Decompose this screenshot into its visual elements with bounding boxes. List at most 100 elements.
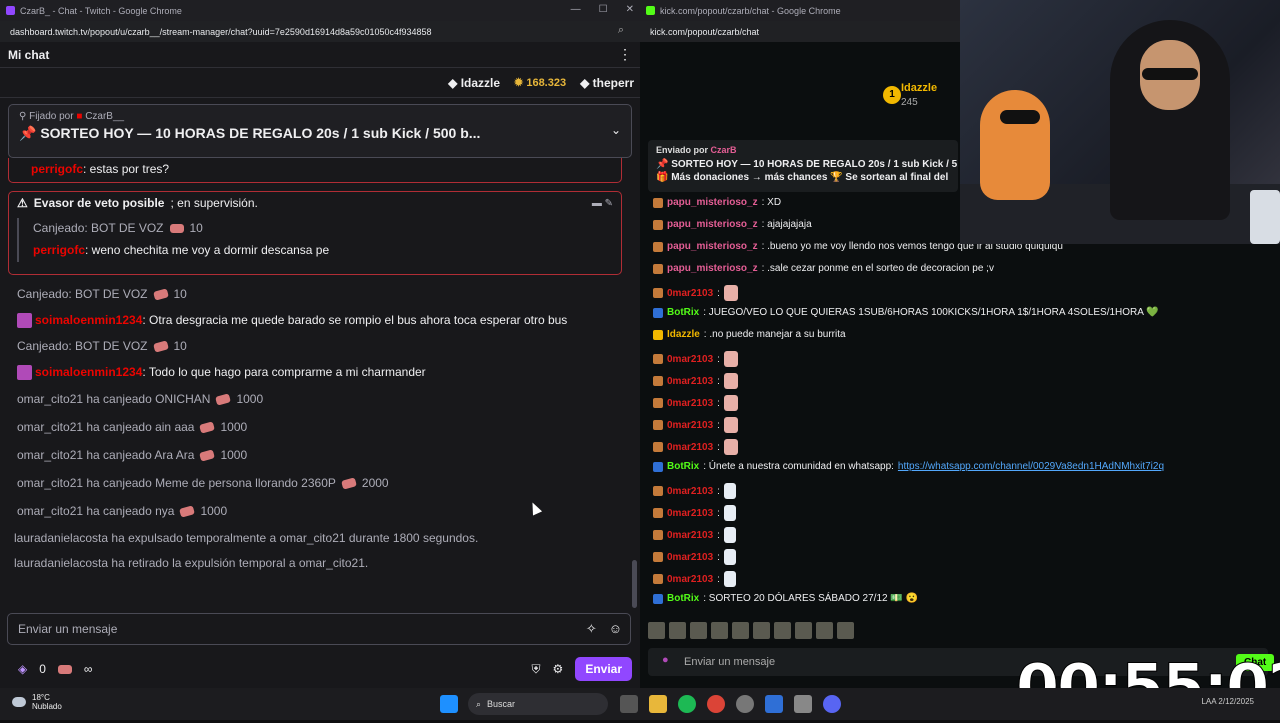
windows-start-icon[interactable] [440, 695, 458, 713]
emote-icon[interactable] [711, 622, 728, 639]
emote-icon[interactable] [732, 622, 749, 639]
kick-chat-message: 0mar2103: [653, 571, 736, 587]
emote-icon [723, 395, 738, 411]
emote-icon[interactable] [753, 622, 770, 639]
kick-input-placeholder: Enviar un mensaje [684, 656, 776, 668]
user-badge-icon [653, 288, 663, 298]
calculator-icon[interactable] [794, 695, 812, 713]
channel-points-icon[interactable]: ◈ [18, 662, 27, 676]
kick-username[interactable]: 0mar2103 [667, 530, 713, 541]
chat-username[interactable]: perrigofc [31, 162, 83, 176]
chat-username[interactable]: soimaloenmin1234 [35, 365, 142, 379]
taskbar-search[interactable]: ⌕ Buscar [468, 693, 608, 715]
folder-icon[interactable] [649, 695, 667, 713]
close-icon[interactable]: ✕ [626, 4, 634, 15]
top-gifter-name: Idazzle [901, 82, 938, 94]
redeem-text: omar_cito21 ha canjeado ain aaa [17, 420, 195, 434]
emote-icon[interactable] [669, 622, 686, 639]
user-badge-icon [653, 552, 663, 562]
system-tray[interactable]: LAA 2/12/2025 [1201, 697, 1254, 706]
twitch-titlebar[interactable]: CzarB_ - Chat - Twitch - Google Chrome —… [0, 0, 640, 21]
chat-text: : estas por tres? [83, 162, 170, 176]
kick-message-text: : [717, 287, 720, 299]
kick-username[interactable]: 0mar2103 [667, 508, 713, 519]
spotify-icon[interactable] [678, 695, 696, 713]
kick-username[interactable]: 0mar2103 [667, 552, 713, 563]
kick-chat-message: BotRix: JUEGO/VEO LO QUE QUIERAS 1SUB/6H… [653, 307, 1159, 318]
kick-link[interactable]: https://whatsapp.com/channel/0029Va8edn1… [898, 461, 1164, 472]
emote-icon[interactable] [690, 622, 707, 639]
kick-chat-message: 0mar2103: [653, 373, 738, 389]
kick-pinned-message[interactable]: Enviado por CzarB 📌 SORTEO HOY — 10 HORA… [648, 140, 958, 192]
kick-chat-message: 0mar2103: [653, 483, 736, 499]
emote-icon[interactable] [648, 622, 665, 639]
user-avatar-icon [17, 312, 32, 328]
user-badge-icon [653, 420, 663, 430]
leaderboard-user-1[interactable]: ◆ Idazzle [448, 76, 500, 90]
obs-icon[interactable] [736, 695, 754, 713]
kick-username[interactable]: papu_misterioso_z [667, 197, 758, 208]
kick-username[interactable]: 0mar2103 [667, 574, 713, 585]
send-button[interactable]: Enviar [575, 657, 632, 681]
kick-username[interactable]: BotRix [667, 307, 699, 318]
kick-chat-message: papu_misterioso_z: ajajajajaja [653, 219, 812, 230]
emote-icon [723, 483, 736, 499]
emote-icon [723, 417, 738, 433]
emote-icon[interactable] [774, 622, 791, 639]
emoji-icon[interactable]: ☺ [609, 621, 622, 637]
kick-username[interactable]: 0mar2103 [667, 288, 713, 299]
kick-username[interactable]: 0mar2103 [667, 398, 713, 409]
emote-icon[interactable] [837, 622, 854, 639]
chrome-icon[interactable] [707, 695, 725, 713]
kick-username[interactable]: BotRix [667, 593, 699, 604]
ban-evader-box: ⚠ Evasor de veto posible; en supervisión… [8, 191, 622, 275]
emote-icon [723, 285, 738, 301]
chat-text: : Otra desgracia me quede barado se romp… [142, 313, 568, 327]
kick-message-text: : [717, 419, 720, 431]
kick-username[interactable]: 0mar2103 [667, 376, 713, 387]
bits-icon[interactable] [57, 664, 72, 674]
kick-username[interactable]: papu_misterioso_z [667, 263, 758, 274]
shield-icon[interactable]: ⛨ [532, 662, 541, 677]
cloud-icon [12, 697, 26, 707]
task-view-icon[interactable] [620, 695, 638, 713]
kick-username[interactable]: papu_misterioso_z [667, 241, 758, 252]
leaderboard-user-2[interactable]: ◆ theperr [580, 76, 634, 90]
twitch-address-bar[interactable]: dashboard.twitch.tv/popout/u/czarb__/str… [0, 21, 640, 42]
user-badge-icon [653, 241, 663, 252]
leaderboard: ◆ Idazzle ✹ 168.323 ◆ theperr [0, 68, 640, 98]
kick-username[interactable]: 0mar2103 [667, 442, 713, 453]
maximize-icon[interactable]: ☐ [599, 4, 608, 15]
microphone-icon[interactable]: ● [662, 654, 669, 666]
gear-icon[interactable]: ⚙ [553, 662, 564, 676]
kick-username[interactable]: 0mar2103 [667, 420, 713, 431]
emote-icon[interactable] [816, 622, 833, 639]
chat-username[interactable]: soimaloenmin1234 [35, 313, 142, 327]
chat-scrollbar[interactable] [632, 560, 637, 608]
emote-bar [648, 622, 854, 639]
webcam-overlay [960, 0, 1280, 244]
pinned-message[interactable]: ⚲ Fijado por ■ CzarB__ 📌 SORTEO HOY — 10… [8, 104, 632, 158]
weather-widget[interactable]: 18°C Nublado [12, 693, 62, 711]
edit-icon[interactable]: ▬ ✎ [592, 198, 613, 209]
chat-input[interactable]: Enviar un mensaje ✧ ☺ [7, 613, 631, 645]
kick-username[interactable]: papu_misterioso_z [667, 219, 758, 230]
notepad-icon[interactable] [765, 695, 783, 713]
emote-icon[interactable] [795, 622, 812, 639]
chevron-down-icon[interactable]: ⌄ [611, 123, 621, 137]
kick-username[interactable]: 0mar2103 [667, 354, 713, 365]
minimize-icon[interactable]: — [571, 4, 581, 15]
kick-username[interactable]: BotRix [667, 461, 699, 472]
party-icon[interactable]: ✧ [586, 621, 597, 637]
bits-icon [199, 448, 216, 462]
kick-username[interactable]: Idazzle [667, 329, 700, 340]
kick-username[interactable]: 0mar2103 [667, 486, 713, 497]
chat-header: Mi chat ⋮ [0, 42, 640, 68]
more-options-icon[interactable]: ⋮ [618, 46, 632, 63]
user-badge-icon [653, 263, 663, 274]
zoom-icon[interactable]: ⌕ [618, 24, 624, 37]
kick-message-text: : SORTEO 20 DÓLARES SÁBADO 27/12 💵 😮 [703, 593, 919, 604]
discord-icon[interactable] [823, 695, 841, 713]
emote-icon [723, 527, 736, 543]
kick-message-text: : [717, 353, 720, 365]
